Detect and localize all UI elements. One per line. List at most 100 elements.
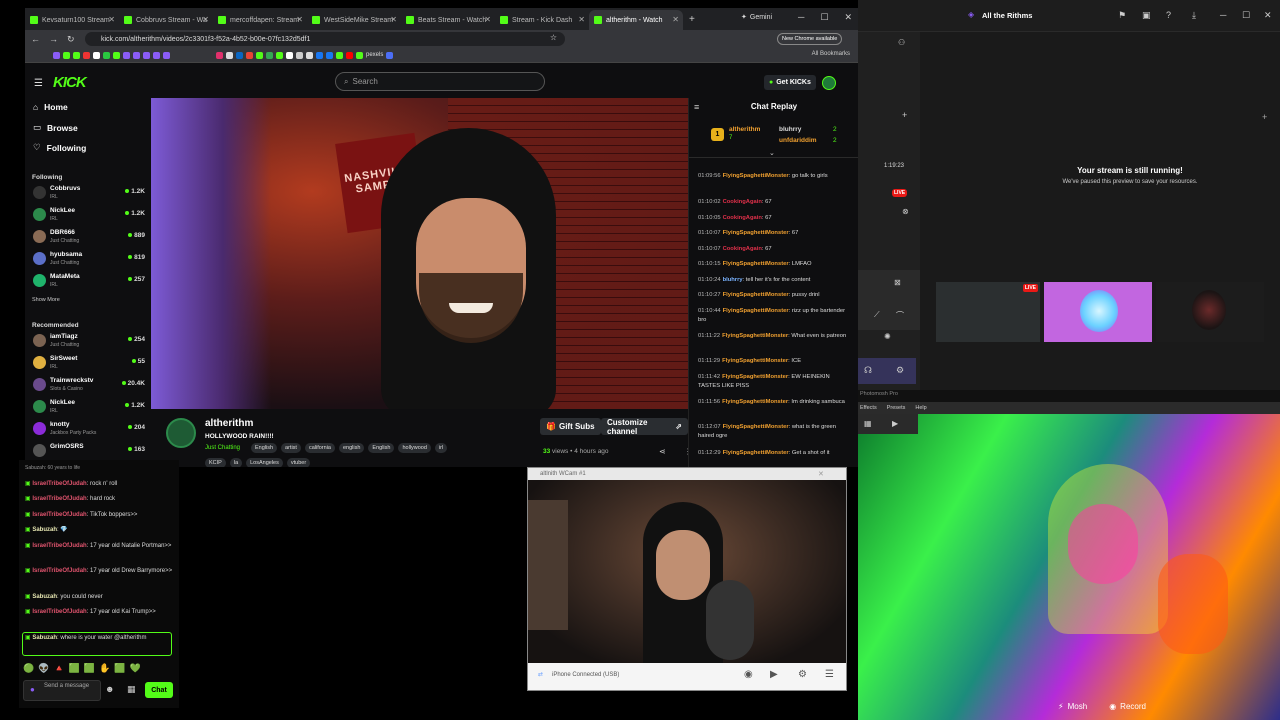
bookmark-icon[interactable] <box>326 51 333 59</box>
bookmark-icon[interactable] <box>286 51 293 59</box>
tab-4[interactable]: Beats Stream - Watch ✕ <box>401 10 495 30</box>
scene-thumbnail[interactable] <box>1044 282 1152 342</box>
gifter-name[interactable]: bluhrry <box>779 126 801 133</box>
tab-0[interactable]: Kevsaturn100 Stream ✕ <box>25 10 119 30</box>
emote-icon[interactable]: ✋ <box>99 663 110 674</box>
mic-icon[interactable]: ● <box>30 686 35 694</box>
close-tab-icon[interactable]: ✕ <box>672 15 679 24</box>
streamer-username[interactable]: altherithm <box>205 418 253 429</box>
following-channel[interactable]: hyubsama Just Chatting 819 <box>33 249 145 269</box>
tag[interactable]: english <box>338 443 365 453</box>
chat-send-button[interactable]: Chat <box>145 682 173 698</box>
back-icon[interactable]: ← <box>31 34 40 44</box>
tag[interactable]: irl <box>434 443 448 453</box>
emote-icon[interactable]: 🟢 <box>23 663 34 674</box>
close-icon[interactable]: ✕ <box>1264 10 1272 21</box>
stream-category[interactable]: Just Chatting <box>205 445 240 451</box>
github-icon[interactable] <box>306 51 313 59</box>
flag-icon[interactable]: ⚑ <box>1118 10 1126 21</box>
video-icon[interactable]: ▶ <box>770 669 778 680</box>
top-gifter-name[interactable]: altherithm <box>729 126 760 133</box>
mic-muted-icon[interactable]: ⟋ <box>874 310 880 320</box>
recommended-channel[interactable]: NickLee IRL 1.2K <box>33 397 145 417</box>
following-channel[interactable]: DBR666 Just Chatting 889 <box>33 227 145 247</box>
close-tab-icon[interactable]: ✕ <box>108 15 115 24</box>
tag[interactable]: KCIP <box>205 458 226 467</box>
streamer-avatar[interactable] <box>166 418 196 448</box>
tab-5[interactable]: Stream - Kick Dash ✕ <box>495 10 589 30</box>
tag[interactable]: hollywood <box>398 443 431 453</box>
forward-icon[interactable]: → <box>49 34 58 44</box>
message-username[interactable]: FlyingSpaghettiMonster <box>723 173 789 179</box>
message-username[interactable]: FlyingSpaghettiMonster <box>723 292 789 298</box>
message-username[interactable]: CookingAgain <box>723 246 762 252</box>
message-username[interactable]: FlyingSpaghettiMonster <box>723 230 789 236</box>
camera-icon[interactable]: ◉ <box>744 669 753 680</box>
tab-2[interactable]: mercoffdapen: Stream ✕ <box>213 10 307 30</box>
bookmark-icon[interactable] <box>83 51 90 59</box>
user-add-icon[interactable]: ⚇ <box>898 38 905 47</box>
image-icon[interactable]: ▦ <box>864 419 872 428</box>
recommended-channel[interactable]: SirSweet IRL 55 <box>33 353 145 373</box>
close-tab-icon[interactable]: ✕ <box>202 15 209 24</box>
address-bar[interactable]: kick.com/altherithm/videos/2c3301f3-f52a… <box>85 32 565 46</box>
emote-icon[interactable]: 🔺 <box>53 663 64 674</box>
tag[interactable]: la <box>229 458 243 467</box>
bookmark-icon[interactable] <box>93 51 100 59</box>
expand-icon[interactable]: ⌄ <box>769 149 775 157</box>
bookmark-icon[interactable] <box>256 51 263 59</box>
screen-icon[interactable]: ▣ <box>1142 10 1151 21</box>
close-tab-icon[interactable]: ✕ <box>296 15 303 24</box>
bookmark-icon[interactable] <box>153 51 160 59</box>
video-player[interactable]: NASHVILLE SAMPLE <box>151 98 688 409</box>
show-more-link[interactable]: Show More <box>32 297 60 303</box>
linkedin-icon[interactable] <box>236 51 243 59</box>
scene-thumbnail[interactable] <box>1156 282 1264 342</box>
search-input[interactable]: ⌕ Search <box>335 72 545 91</box>
all-bookmarks[interactable]: All Bookmarks <box>812 51 850 57</box>
reload-icon[interactable]: ↻ <box>67 34 75 45</box>
bookmark-icon[interactable] <box>53 51 60 59</box>
nav-following[interactable]: ♡ Following <box>33 142 86 153</box>
message-username[interactable]: bluhrry <box>723 277 743 283</box>
menu-effects[interactable]: Effects <box>860 405 877 414</box>
plus-icon[interactable]: + <box>1262 112 1267 122</box>
tag[interactable]: artist <box>281 443 301 453</box>
menu-icon[interactable]: ☰ <box>825 669 834 680</box>
tab-3[interactable]: WestSideMike Stream ✕ <box>307 10 401 30</box>
xbox-icon[interactable]: ⊗ <box>902 207 909 216</box>
emoji-picker-icon[interactable]: ☻ <box>105 684 114 694</box>
recommended-channel[interactable]: knotty Jackbox Party Packs 204 <box>33 419 145 439</box>
new-chrome-available-button[interactable]: New Chrome available <box>777 33 843 45</box>
message-username[interactable]: FlyingSpaghettiMonster <box>722 333 788 339</box>
headset-icon[interactable]: ⌒ <box>896 310 904 321</box>
message-username[interactable]: FlyingSpaghettiMonster <box>723 308 789 314</box>
menu-help[interactable]: Help <box>915 405 926 414</box>
recommended-channel[interactable]: iamTiagz Just Chatting 254 <box>33 331 145 351</box>
close-icon[interactable]: ✕ <box>844 12 852 23</box>
following-channel[interactable]: Cobbruvs IRL 1.2K <box>33 183 145 203</box>
plus-icon[interactable]: + <box>902 110 907 120</box>
user-avatar[interactable] <box>822 76 836 90</box>
emote-icon[interactable]: 🟩 <box>114 663 125 674</box>
message-username[interactable]: FlyingSpaghettiMonster <box>723 424 789 430</box>
close-box-icon[interactable]: ⊠ <box>894 278 901 287</box>
tag[interactable]: English <box>368 443 395 453</box>
bookmark-icon[interactable] <box>113 51 120 59</box>
following-channel[interactable]: MataMeta IRL 257 <box>33 271 145 291</box>
close-icon[interactable]: ✕ <box>818 470 824 478</box>
tab-1[interactable]: Cobbruvs Stream - Wa ✕ <box>119 10 213 30</box>
message-username[interactable]: FlyingSpaghettiMonster <box>722 374 788 380</box>
emote-icon[interactable]: 👽 <box>38 663 49 674</box>
send-message-input[interactable]: ● Send a message <box>23 680 101 701</box>
bookmark-icon[interactable] <box>123 51 130 59</box>
mosh-button[interactable]: ⚡ Mosh <box>1058 702 1087 711</box>
x-icon[interactable] <box>226 51 233 59</box>
calendar-icon[interactable]: ▦ <box>127 684 136 695</box>
tag[interactable]: English <box>251 443 278 453</box>
bookmark-icon[interactable] <box>296 51 303 59</box>
share-icon[interactable]: ⋖ <box>659 447 666 456</box>
bookmark-icon[interactable] <box>63 51 70 59</box>
noise-icon[interactable]: ✺ <box>884 332 891 341</box>
tab-6-active[interactable]: altherithm - Watch ✕ <box>589 10 683 30</box>
